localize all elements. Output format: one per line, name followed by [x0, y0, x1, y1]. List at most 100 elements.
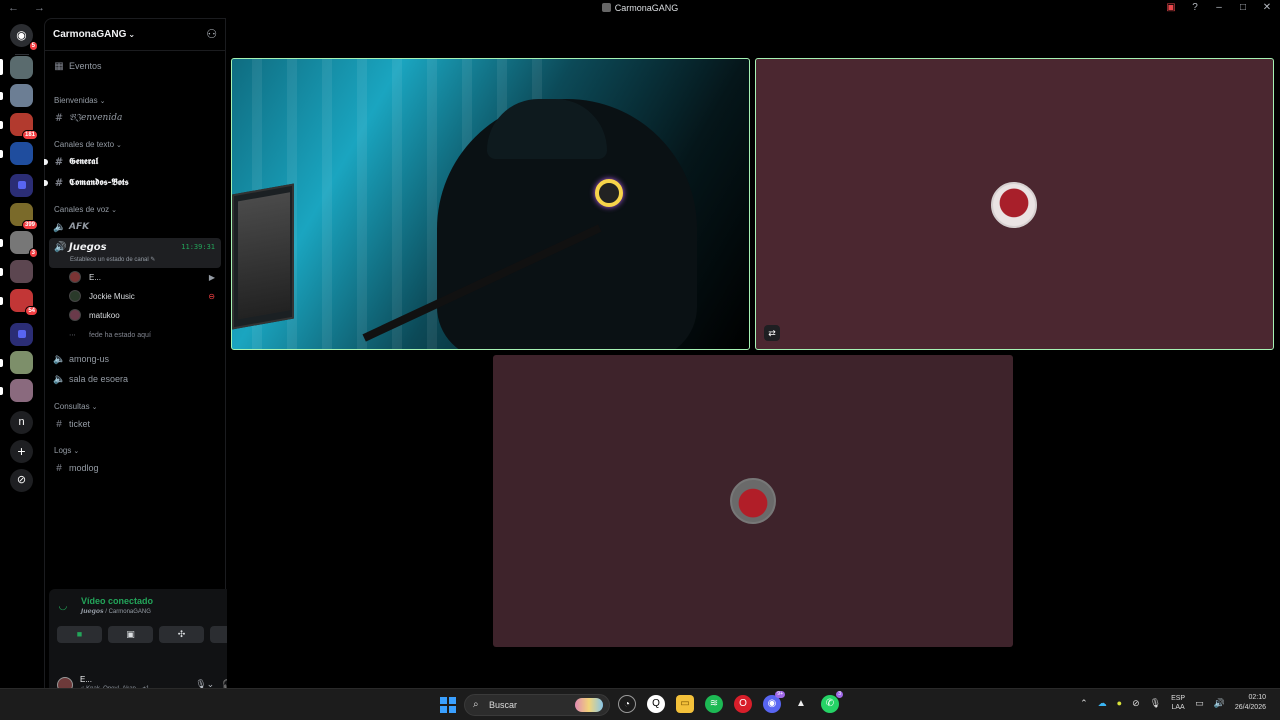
server-badge: 181 — [21, 130, 38, 140]
network-icon[interactable]: ⊘ — [1132, 698, 1140, 709]
channel-label: 𝔅𝔍envenida — [69, 113, 123, 123]
whatsapp-icon[interactable]: ✆ 3 — [821, 691, 843, 713]
voice-user[interactable]: matukoo — [69, 306, 221, 324]
screenshare-button[interactable]: ▣ — [108, 626, 153, 643]
discord-icon[interactable]: ◉ 9+ — [763, 691, 785, 713]
window-title: CarmonaGANG — [0, 3, 1280, 13]
maximize-icon[interactable]: □ — [1238, 2, 1248, 13]
activities-button[interactable]: ✣ — [159, 626, 204, 643]
voice-status[interactable]: Vídeo conectado — [81, 596, 153, 606]
category-consultas[interactable]: Consultas ⌄ — [54, 402, 97, 411]
server-badge: 3 — [28, 248, 38, 258]
close-icon[interactable]: ✕ — [1262, 2, 1272, 13]
taskbar-search[interactable]: ⌕ Buscar — [464, 694, 610, 716]
events-label: Eventos — [69, 61, 102, 71]
direct-messages-icon[interactable]: ◉ 5 — [10, 24, 38, 51]
speaker-icon: 🔈 — [53, 221, 66, 233]
app-q-icon[interactable]: Q — [647, 695, 665, 713]
camera-button[interactable]: ■ — [57, 626, 102, 643]
discover-icon[interactable]: ⊘ — [10, 469, 33, 492]
channel-modlog[interactable]: # modlog — [49, 459, 221, 477]
channel-label: sala de esoera — [69, 374, 129, 384]
server-header[interactable]: CarmonaGANG ⌄ ⚇ — [45, 19, 225, 51]
server-icon-10[interactable] — [0, 379, 33, 402]
invite-icon[interactable]: ⚇ — [206, 27, 217, 41]
dm-badge: 5 — [28, 41, 38, 51]
folder-icon-1[interactable] — [10, 174, 33, 197]
video-tile-user-2[interactable]: ⇄ — [755, 58, 1274, 350]
server-icon-6[interactable]: 3 — [0, 231, 38, 258]
tray-app-icon[interactable]: ● — [1117, 698, 1122, 708]
server-icon-1[interactable] — [0, 56, 33, 79]
file-explorer-icon[interactable]: ▭ — [676, 695, 694, 713]
channel-welcome[interactable]: # 𝔅𝔍envenida — [49, 109, 221, 127]
signal-icon[interactable]: ◟◞ — [59, 601, 67, 612]
task-view-icon[interactable]: ◔ — [618, 695, 636, 713]
category-welcome[interactable]: Bienvenidas ⌄ — [54, 96, 105, 105]
channel-label: 𝙅𝙪𝙚𝙜𝙤𝙨 — [69, 242, 107, 253]
chevron-down-icon: ⌄ — [128, 30, 136, 39]
add-server-icon[interactable]: + — [10, 440, 33, 463]
voice-channel-espera[interactable]: 🔈 sala de esoera — [49, 370, 221, 388]
voice-channel-afk[interactable]: 🔈 𝘼𝙁𝙆 — [49, 218, 221, 236]
hash-icon: # — [56, 462, 62, 474]
whatsapp-badge: 3 — [836, 691, 843, 698]
channel-bots[interactable]: # 𝕮𝖔𝖒𝖆𝖓𝖉𝖔𝖘-𝕭𝖔𝖙𝖘 — [44, 174, 221, 192]
discord-badge: 9+ — [775, 691, 785, 698]
server-icon-8[interactable]: 54 — [0, 289, 38, 316]
server-icon-9[interactable] — [0, 351, 33, 374]
server-icon-2[interactable] — [0, 84, 33, 107]
voice-user[interactable]: E... ▶ — [69, 268, 221, 286]
unread-pill — [0, 297, 3, 305]
display-icon[interactable]: ▭ — [1195, 698, 1204, 709]
events-item[interactable]: ▦ Eventos — [49, 57, 221, 75]
onedrive-icon[interactable]: ☁ — [1098, 698, 1107, 709]
category-logs[interactable]: Logs ⌄ — [54, 446, 79, 455]
server-icon-n[interactable]: n — [10, 411, 33, 434]
category-text[interactable]: Canales de texto ⌄ — [54, 140, 122, 149]
recent-visitor: ⋯ fede ha estado aquí — [69, 326, 221, 344]
search-highlight-image — [575, 698, 603, 712]
microphone-icon[interactable]: 🎙 — [1150, 698, 1161, 709]
server-icon-7[interactable] — [0, 260, 33, 283]
rail-separator — [15, 54, 29, 55]
avatar — [69, 309, 81, 321]
language-indicator[interactable]: ESP LAA — [1171, 694, 1185, 712]
active-pill — [0, 59, 3, 75]
server-rail: ◉ 5 181 399 3 54 n + ⊘ — [0, 18, 44, 688]
video-tile-camera[interactable] — [231, 58, 750, 350]
channel-ticket[interactable]: # ticket — [49, 415, 221, 433]
voice-location[interactable]: 𝙅𝙪𝙚𝙜𝙤𝙨 / CarmonaGANG — [81, 608, 151, 615]
user-name: fede — [89, 331, 103, 339]
spotify-icon[interactable]: ≋ — [705, 695, 723, 713]
category-voice[interactable]: Canales de voz ⌄ — [54, 205, 117, 214]
voice-user[interactable]: Jockie Music ⊖ — [69, 287, 221, 305]
help-icon[interactable]: ? — [1190, 2, 1200, 13]
voice-channel-among-us[interactable]: 🔈 among-us — [49, 350, 221, 368]
channel-status[interactable]: Establece un estado de canal ✎ — [70, 256, 155, 263]
folder-icon-2[interactable] — [10, 323, 33, 346]
server-icon-4[interactable] — [0, 142, 33, 165]
server-icon-3[interactable]: 181 — [0, 113, 38, 140]
opera-icon[interactable]: O — [734, 695, 752, 713]
chevron-up-icon[interactable]: ⌃ — [1080, 698, 1088, 709]
speaker-icon: 🔊 — [54, 242, 67, 253]
unread-indicator — [44, 180, 48, 186]
swap-icon[interactable]: ⇄ — [764, 325, 780, 341]
clock[interactable]: 02:10 26/4/2026 — [1235, 693, 1266, 713]
inbox-icon[interactable]: ▣ — [1166, 2, 1176, 13]
voice-channel-juegos[interactable]: 🔊 𝙅𝙪𝙚𝙜𝙤𝙨 11:39:31 Establece un estado de… — [49, 238, 221, 268]
volume-icon[interactable]: 🔊 — [1214, 698, 1225, 709]
monitor-image — [232, 183, 294, 330]
channel-label: modlog — [69, 463, 99, 473]
server-icon-5[interactable]: 399 — [10, 203, 38, 230]
minimize-icon[interactable]: – — [1214, 2, 1224, 13]
server-badge: 54 — [25, 306, 38, 316]
unread-pill — [0, 387, 3, 395]
start-button[interactable] — [440, 697, 456, 713]
username[interactable]: E... — [80, 675, 92, 684]
video-tile-user-3[interactable] — [493, 355, 1013, 647]
unread-pill — [0, 121, 3, 129]
channel-general[interactable]: # 𝕲𝖊𝖓𝖊𝖗𝖆𝖑 — [44, 153, 221, 171]
app-triangle-icon[interactable]: ▲ — [792, 695, 810, 713]
